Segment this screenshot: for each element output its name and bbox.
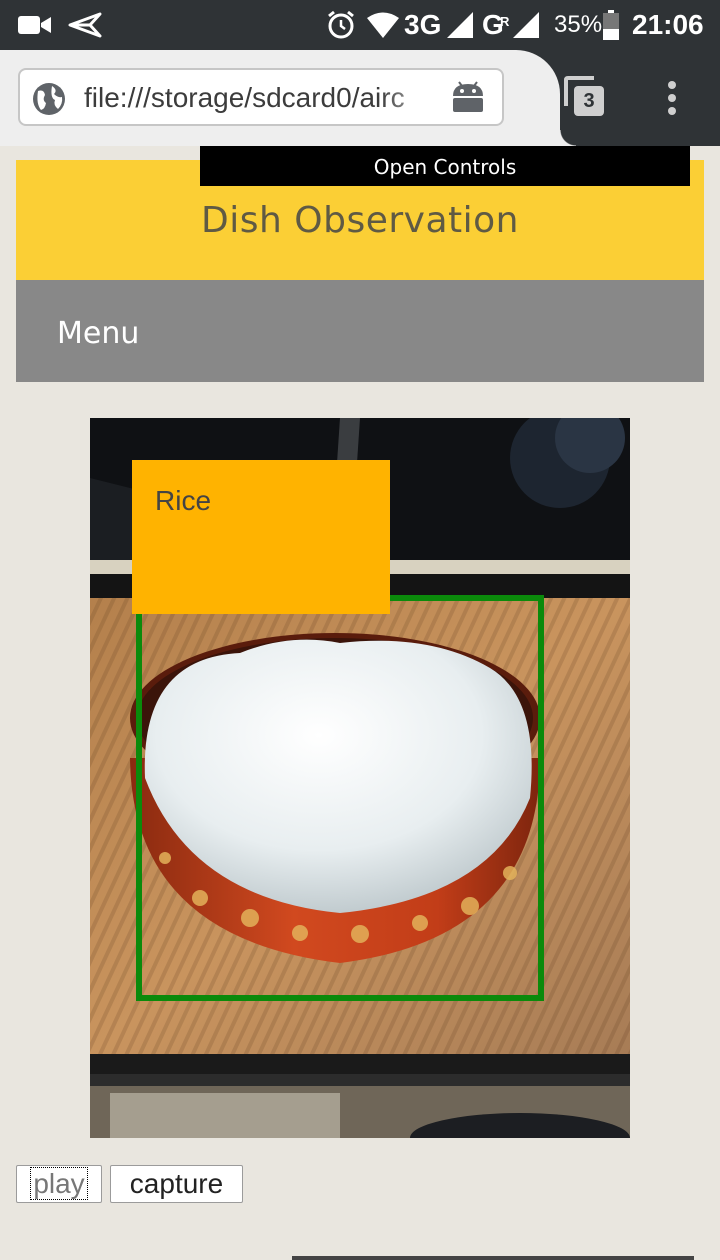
bottom-divider (292, 1256, 694, 1260)
more-vert-icon[interactable] (664, 80, 680, 120)
open-controls-button[interactable]: Open Controls (200, 146, 690, 186)
play-button[interactable]: play (16, 1165, 102, 1203)
battery-icon (603, 8, 619, 42)
clock: 21:06 (632, 9, 704, 40)
detection-label: Rice (155, 485, 212, 516)
wifi-icon (366, 8, 400, 42)
signal-roaming-icon (512, 8, 540, 42)
video-camera-icon (18, 8, 52, 42)
android-icon (450, 80, 486, 120)
status-bar: 3G G R 35% 21:06 (0, 0, 720, 50)
signal-icon (446, 8, 474, 42)
play-button-label: play (30, 1167, 88, 1200)
menu-bar[interactable]: Menu (16, 280, 704, 382)
browser-toolbar: file:///storage/sdcard0/airc 3 (0, 50, 720, 146)
page-title: Dish Observation (201, 200, 519, 241)
send-icon (68, 8, 102, 42)
detection-label-box: Rice (132, 460, 390, 614)
tabs-icon[interactable]: 3 (564, 76, 606, 122)
globe-icon (32, 82, 66, 120)
roaming-mark: R (500, 13, 510, 29)
menu-label: Menu (57, 316, 140, 351)
detection-box (136, 595, 544, 1001)
capture-button[interactable]: capture (110, 1165, 243, 1203)
battery-percent: 35% (554, 11, 603, 38)
alarm-icon (326, 8, 356, 42)
address-tab: file:///storage/sdcard0/airc (0, 50, 576, 146)
address-bar[interactable]: file:///storage/sdcard0/airc (18, 68, 504, 126)
url-fade (380, 80, 450, 116)
network-3g-label: 3G (404, 9, 442, 40)
tab-count: 3 (583, 90, 595, 112)
